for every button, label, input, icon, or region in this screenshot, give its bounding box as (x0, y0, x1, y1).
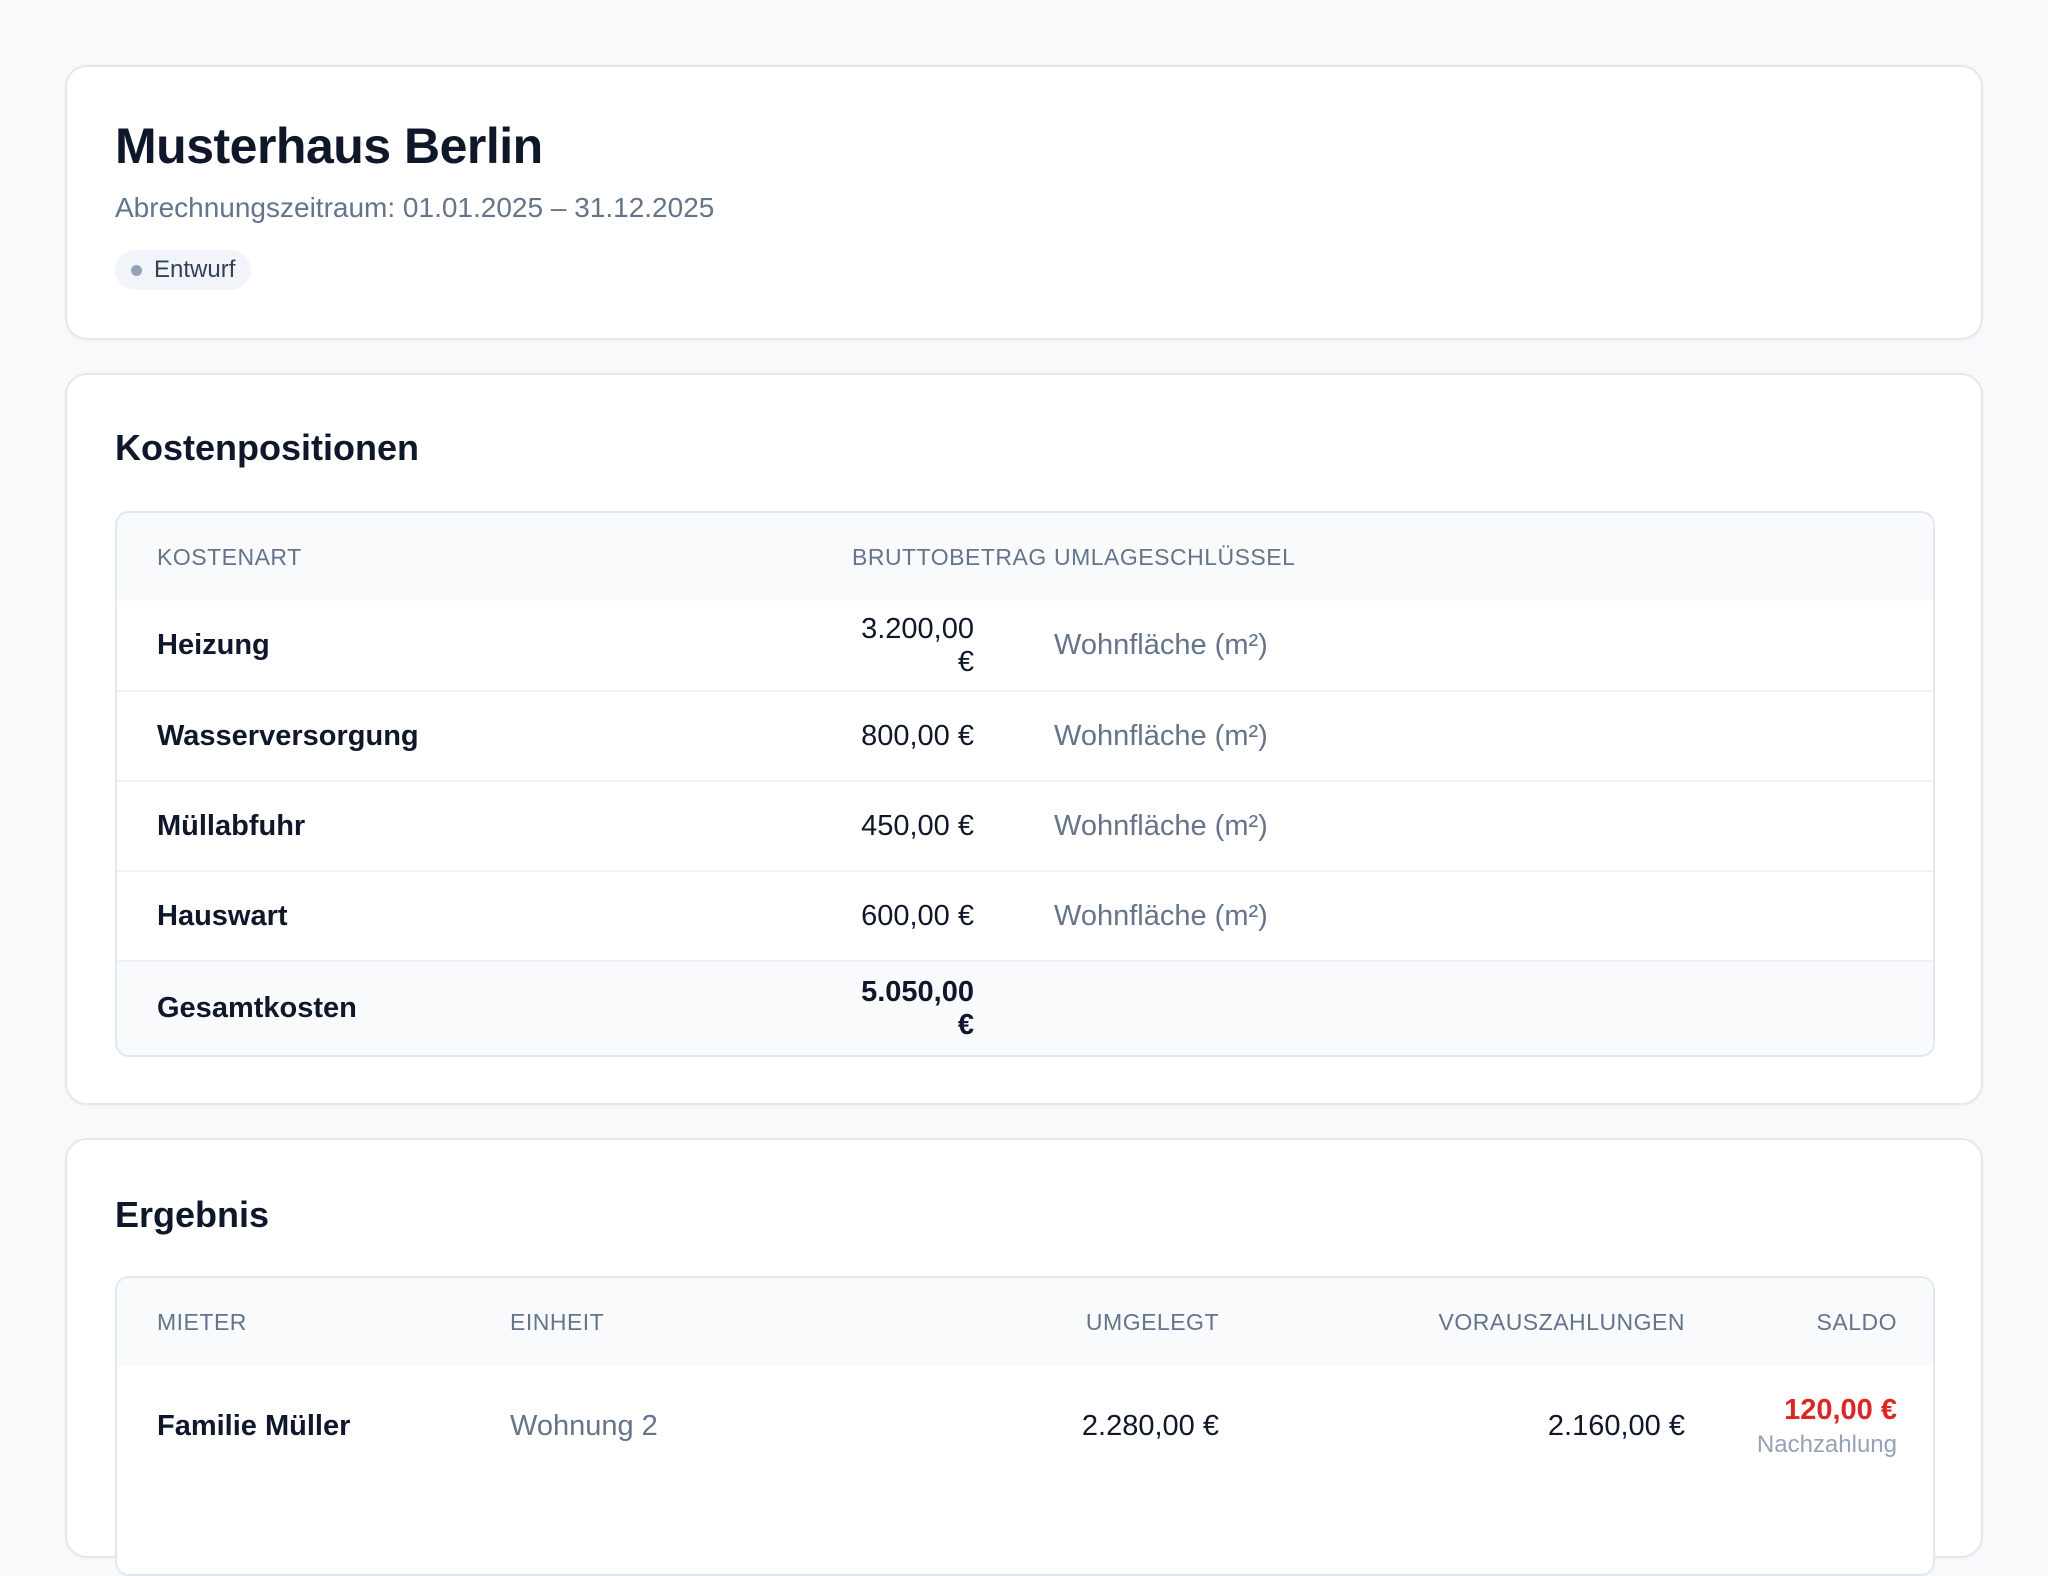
column-header-prepayments: Vorauszahlungen (1219, 1278, 1685, 1366)
allocated-amount: 2.280,00 € (1081, 1409, 1219, 1442)
result-title: Ergebnis (115, 1194, 270, 1235)
cost-items-title: Kostenpositionen (115, 427, 419, 468)
total-empty-cell (994, 960, 1933, 1055)
result-table-header-row: Mieter Einheit Umgelegt Vorauszahlungen … (117, 1278, 1933, 1366)
column-header-unit: Einheit (490, 1278, 750, 1366)
cost-type: Hauswart (117, 870, 852, 961)
status-badge-label: Entwurf (154, 256, 236, 283)
column-header-tenant: Mieter (117, 1278, 490, 1366)
allocation-key: Wohnfläche (m²) (994, 780, 1933, 871)
gross-amount: 600,00 € (852, 870, 994, 961)
table-row: Heizung 3.200,00 € Wohnfläche (m²) (117, 601, 1933, 691)
result-card: Ergebnis Mieter Einheit Umgelegt Vorausz… (65, 1138, 1983, 1576)
allocation-key: Wohnfläche (m²) (994, 690, 1933, 781)
status-dot-icon (131, 264, 142, 276)
column-header-allocated: Umgelegt (750, 1278, 1219, 1366)
balance-cell: 120,00 € Nachzahlung (1685, 1366, 1933, 1486)
allocation-key: Wohnfläche (m²) (1054, 629, 1268, 661)
total-row: Gesamtkosten 5.050,00 € (117, 960, 1933, 1055)
balance-amount: 120,00 € (1784, 1393, 1897, 1426)
unit-name: Wohnung 2 (510, 1409, 658, 1442)
cost-type: Heizung (157, 629, 270, 661)
cost-type: Müllabfuhr (117, 780, 852, 871)
column-header-allocation-key: Umlageschlüssel (994, 513, 1933, 601)
billing-period: Abrechnungszeitraum: 01.01.2025 – 31.12.… (115, 192, 715, 223)
table-row: Müllabfuhr 450,00 € Wohnfläche (m²) (117, 780, 1933, 871)
cost-items-card: Kostenpositionen Kostenart Bruttobetrag Um… (65, 373, 1983, 1105)
statement-header-card: Musterhaus Berlin Abrechnungszeitraum: 0… (65, 65, 1983, 340)
table-row: Wasserversorgung 800,00 € Wohnfläche (m²) (117, 690, 1933, 781)
cost-type: Wasserversorgung (117, 690, 852, 781)
prepayments-amount: 2.160,00 € (1547, 1409, 1685, 1442)
table-row: Hauswart 600,00 € Wohnfläche (m²) (117, 870, 1933, 961)
tenant-name: Familie Müller (157, 1409, 351, 1442)
column-header-cost-type: Kostenart (117, 513, 852, 601)
gross-amount: 450,00 € (852, 780, 994, 871)
property-title: Musterhaus Berlin (115, 118, 543, 174)
gross-amount: 3.200,00 € (861, 612, 974, 678)
status-badge: Entwurf (115, 250, 252, 290)
cost-table-header-row: Kostenart Bruttobetrag Umlageschlüssel (117, 513, 1933, 601)
cost-items-table: Kostenart Bruttobetrag Umlageschlüssel Heiz… (115, 511, 1935, 1057)
column-header-balance: Saldo (1685, 1278, 1933, 1366)
column-header-gross-amount: Bruttobetrag (852, 513, 1046, 601)
total-label: Gesamtkosten (117, 960, 852, 1055)
result-table: Mieter Einheit Umgelegt Vorauszahlungen … (115, 1276, 1935, 1576)
allocation-key: Wohnfläche (m²) (994, 870, 1933, 961)
balance-note: Nachzahlung (1756, 1430, 1897, 1458)
table-row: Familie Müller Wohnung 2 2.280,00 € 2.16… (117, 1366, 1933, 1486)
gross-amount: 800,00 € (852, 690, 994, 781)
total-amount: 5.050,00 € (852, 960, 994, 1055)
